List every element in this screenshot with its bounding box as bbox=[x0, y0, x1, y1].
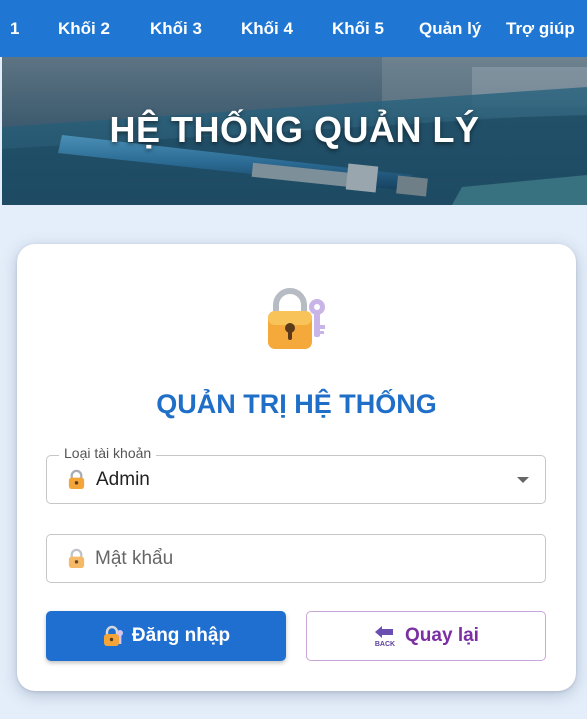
nav-item-khoi-2[interactable]: Khối 2 bbox=[58, 19, 110, 39]
account-type-value: Admin bbox=[96, 469, 150, 490]
nav-item-khoi-3[interactable]: Khối 3 bbox=[150, 19, 202, 39]
lock-icon bbox=[68, 548, 85, 569]
back-icon-text: BACK bbox=[375, 641, 395, 648]
lock-key-icon bbox=[268, 288, 325, 349]
nav-item-1[interactable]: 1 bbox=[10, 19, 19, 39]
login-button[interactable]: Đăng nhập bbox=[46, 611, 286, 661]
nav-item-khoi-5[interactable]: Khối 5 bbox=[332, 19, 384, 39]
admin-login-card: QUẢN TRỊ HỆ THỐNG Loại tài khoản Admin Đ… bbox=[17, 244, 576, 691]
top-nav: 1 Khối 2 Khối 3 Khối 4 Khối 5 Quản lý Tr… bbox=[0, 0, 587, 57]
banner-title: HỆ THỐNG QUẢN LÝ bbox=[109, 109, 480, 150]
account-type-label: Loại tài khoản bbox=[59, 445, 157, 461]
lock-key-icon bbox=[103, 625, 123, 646]
nav-item-tro-giup[interactable]: Trợ giúp bbox=[506, 19, 575, 39]
card-title: QUẢN TRỊ HỆ THỐNG bbox=[156, 389, 437, 419]
header-banner: HỆ THỐNG QUẢN LÝ bbox=[2, 57, 587, 205]
lock-icon bbox=[68, 469, 85, 490]
back-button[interactable]: BACK Quay lại bbox=[306, 611, 546, 661]
back-arrow-icon: BACK bbox=[375, 626, 395, 648]
back-button-label: Quay lại bbox=[405, 625, 479, 646]
login-button-label: Đăng nhập bbox=[131, 625, 231, 646]
password-input[interactable] bbox=[95, 545, 535, 573]
nav-item-quan-ly[interactable]: Quản lý bbox=[419, 19, 481, 39]
password-field[interactable] bbox=[46, 534, 546, 583]
chevron-down-icon[interactable] bbox=[517, 477, 529, 483]
account-type-select[interactable]: Loại tài khoản Admin bbox=[46, 445, 546, 504]
nav-item-khoi-4[interactable]: Khối 4 bbox=[241, 19, 293, 39]
